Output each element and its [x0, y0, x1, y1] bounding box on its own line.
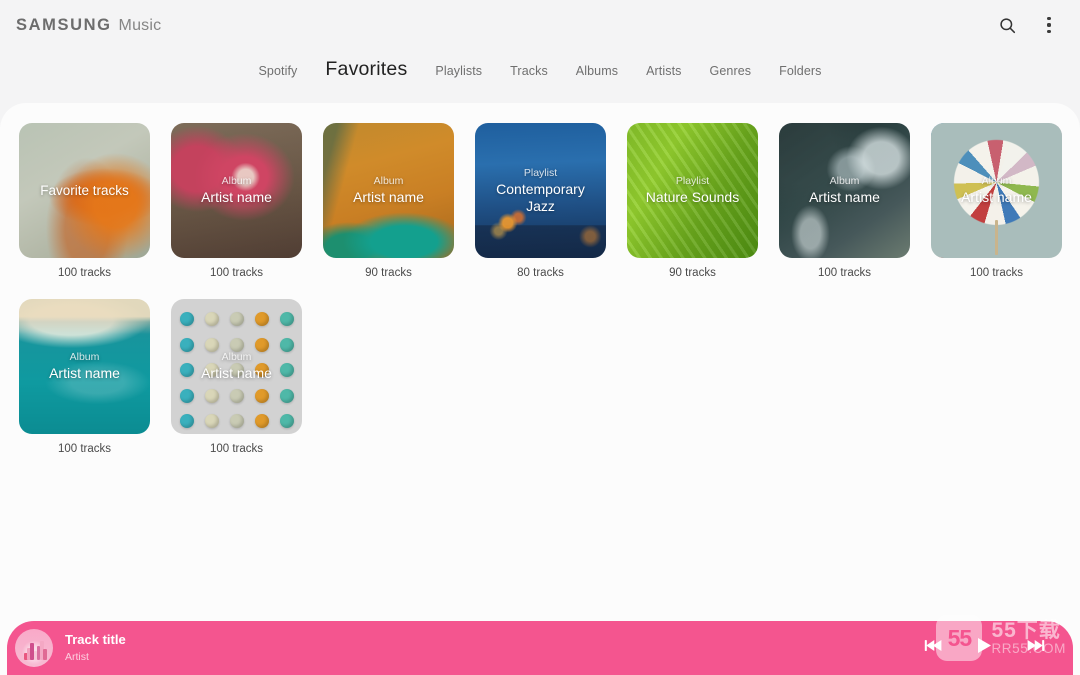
art-overlay: Playlist Contemporary Jazz: [475, 123, 606, 258]
now-playing-meta: Track title Artist: [65, 632, 126, 663]
card-kicker: Album: [69, 351, 100, 363]
search-button[interactable]: [990, 8, 1024, 42]
skip-next-icon: [1026, 638, 1045, 658]
now-playing-title: Track title: [65, 632, 126, 648]
favorites-grid: Favorite tracks 100 tracks Album Artist …: [19, 123, 1064, 455]
now-playing-thumbnail: [15, 629, 53, 667]
tab-albums[interactable]: Albums: [576, 64, 618, 78]
card-title: Artist name: [961, 189, 1032, 205]
card-title: Artist name: [201, 189, 272, 205]
card-track-count: 100 tracks: [57, 443, 112, 455]
album-art[interactable]: Playlist Contemporary Jazz: [475, 123, 606, 258]
tab-folders[interactable]: Folders: [779, 64, 821, 78]
art-overlay: Album Artist name: [171, 123, 302, 258]
grid-card[interactable]: Album Artist name 100 tracks: [779, 123, 910, 279]
art-overlay: Album Artist name: [19, 299, 150, 434]
brand-app-label: Music: [118, 16, 162, 34]
album-art[interactable]: Album Artist name: [19, 299, 150, 434]
card-track-count: 90 tracks: [365, 267, 412, 279]
search-icon: [998, 16, 1017, 35]
grid-card[interactable]: Favorite tracks 100 tracks: [19, 123, 150, 279]
content-sheet: Favorite tracks 100 tracks Album Artist …: [0, 103, 1080, 675]
art-overlay: Album Artist name: [779, 123, 910, 258]
header-actions: [990, 8, 1066, 42]
card-track-count: 100 tracks: [817, 267, 872, 279]
card-kicker: Playlist: [523, 166, 558, 179]
mini-player-bar[interactable]: Track title Artist: [7, 621, 1073, 675]
samsung-music-app: SAMSUNG Music Spotify Favorites Playlist…: [0, 0, 1080, 675]
card-title: Artist name: [353, 189, 424, 205]
next-button[interactable]: [1026, 638, 1045, 658]
player-controls: [924, 637, 1045, 659]
album-art[interactable]: Playlist Nature Sounds: [627, 123, 758, 258]
album-art[interactable]: Album Artist name: [171, 123, 302, 258]
card-kicker: Album: [373, 175, 404, 187]
art-overlay: Album Artist name: [931, 123, 1062, 258]
tab-artists[interactable]: Artists: [646, 64, 681, 78]
card-title: Nature Sounds: [645, 189, 740, 205]
app-brand: SAMSUNG Music: [16, 16, 161, 35]
card-kicker: Playlist: [675, 175, 710, 187]
card-track-count: 100 tracks: [57, 267, 112, 279]
grid-card[interactable]: Playlist Nature Sounds 90 tracks: [627, 123, 758, 279]
grid-card[interactable]: Playlist Contemporary Jazz 80 tracks: [475, 123, 606, 279]
card-kicker: Album: [981, 175, 1012, 187]
card-title: Contemporary Jazz: [496, 180, 585, 214]
grid-card[interactable]: Album Artist name 100 tracks: [171, 299, 302, 455]
brand-samsung-label: SAMSUNG: [16, 15, 112, 34]
album-art[interactable]: Album Artist name: [323, 123, 454, 258]
album-art[interactable]: Album Artist name: [779, 123, 910, 258]
play-button[interactable]: [977, 637, 992, 659]
tab-tracks[interactable]: Tracks: [510, 64, 548, 78]
card-track-count: 100 tracks: [209, 443, 264, 455]
tab-bar: Spotify Favorites Playlists Tracks Album…: [0, 58, 1080, 96]
grid-card[interactable]: Album Artist name 100 tracks: [19, 299, 150, 455]
art-overlay: Album Artist name: [323, 123, 454, 258]
more-vertical-icon: [1047, 17, 1051, 33]
grid-card[interactable]: Album Artist name 100 tracks: [171, 123, 302, 279]
app-header: SAMSUNG Music: [0, 0, 1080, 50]
card-track-count: 80 tracks: [517, 267, 564, 279]
art-overlay: Favorite tracks: [19, 123, 150, 258]
previous-button[interactable]: [924, 638, 943, 658]
card-kicker: Album: [829, 175, 860, 187]
grid-card[interactable]: Album Artist name 90 tracks: [323, 123, 454, 279]
tab-playlists[interactable]: Playlists: [435, 64, 482, 78]
tab-favorites[interactable]: Favorites: [325, 58, 407, 81]
album-art[interactable]: Album Artist name: [171, 299, 302, 434]
art-overlay: Album Artist name: [171, 299, 302, 434]
card-title: Artist name: [49, 365, 120, 381]
more-options-button[interactable]: [1032, 8, 1066, 42]
card-kicker: Album: [221, 351, 252, 363]
card-track-count: 100 tracks: [209, 267, 264, 279]
card-kicker: Album: [221, 175, 252, 187]
album-art[interactable]: Favorite tracks: [19, 123, 150, 258]
now-playing-artist: Artist: [65, 650, 89, 663]
card-track-count: 90 tracks: [669, 267, 716, 279]
art-overlay: Playlist Nature Sounds: [627, 123, 758, 258]
tab-genres[interactable]: Genres: [710, 64, 752, 78]
tab-spotify[interactable]: Spotify: [258, 64, 297, 78]
card-title: Artist name: [809, 189, 880, 205]
card-title: Artist name: [201, 365, 272, 381]
album-art[interactable]: Album Artist name: [931, 123, 1062, 258]
card-track-count: 100 tracks: [969, 267, 1024, 279]
play-icon: [977, 637, 992, 659]
grid-card[interactable]: Album Artist name 100 tracks: [931, 123, 1062, 279]
skip-previous-icon: [924, 638, 943, 658]
card-title: Favorite tracks: [40, 183, 129, 198]
